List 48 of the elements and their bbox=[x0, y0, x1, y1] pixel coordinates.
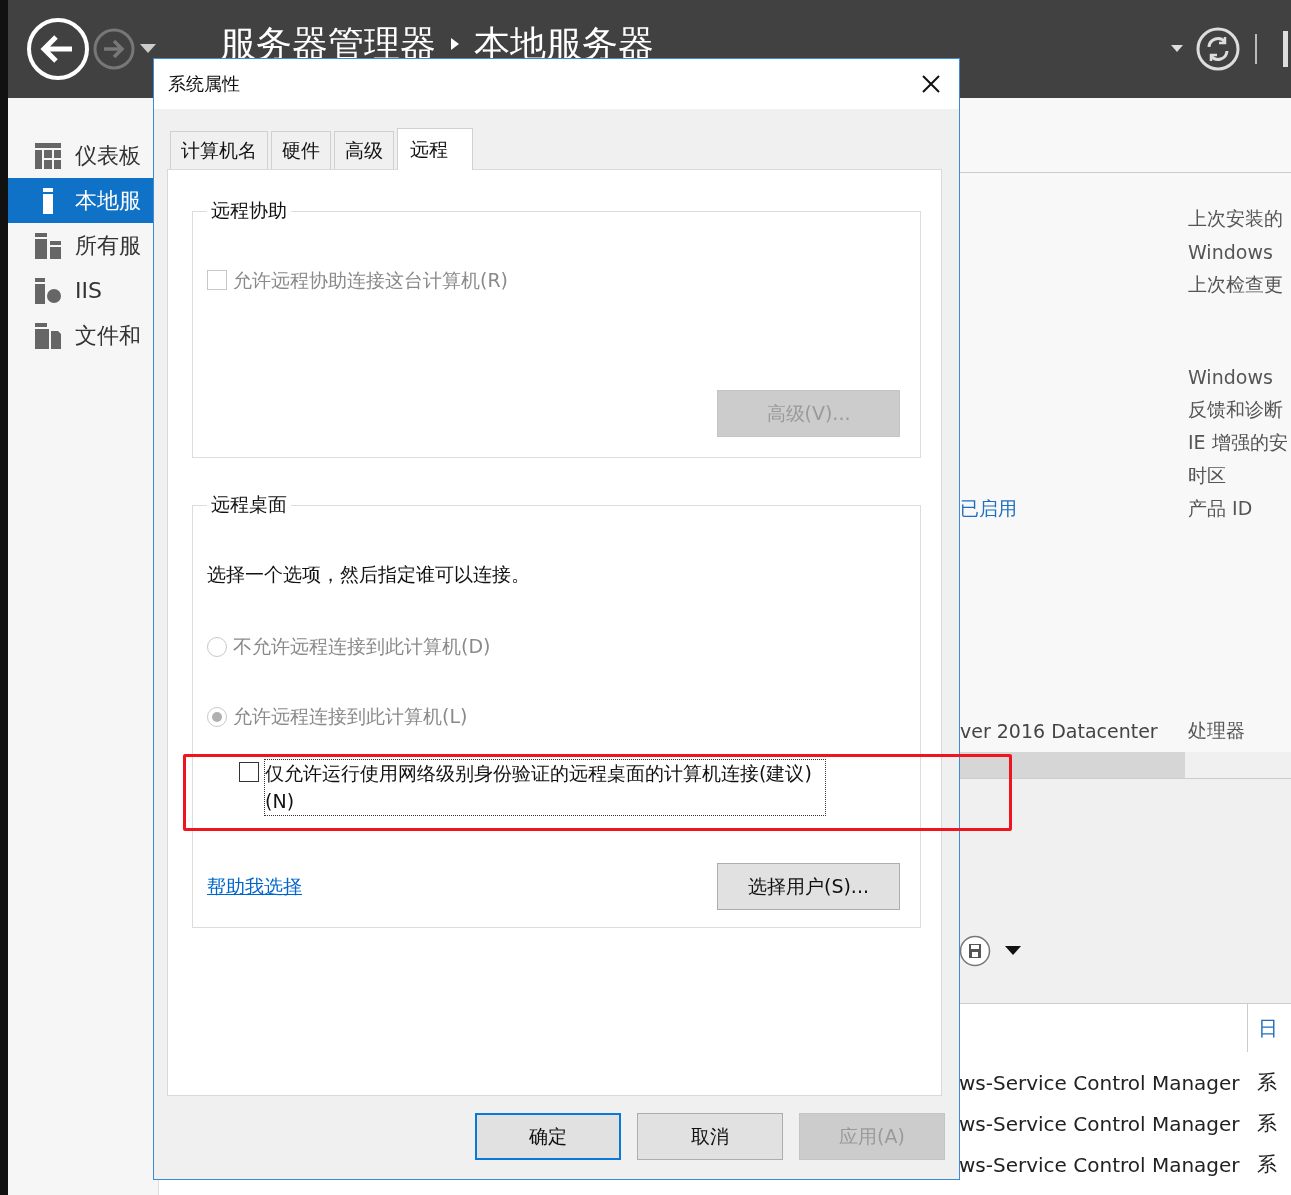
button[interactable]: 取消 bbox=[637, 1113, 783, 1160]
table-cell-text: ws-Service Control Manager bbox=[959, 1070, 1241, 1095]
servers-icon bbox=[35, 232, 61, 259]
chevron-icon bbox=[450, 37, 460, 51]
property-value[interactable]: 已启用 bbox=[960, 495, 1188, 522]
property-label: 上次安装的 bbox=[1188, 205, 1283, 231]
back-icon[interactable] bbox=[26, 17, 90, 81]
property-label: IE 增强的安 bbox=[1188, 429, 1288, 455]
tab[interactable]: 远程 bbox=[397, 128, 473, 170]
table-cell-text: ws-Service Control Manager bbox=[959, 1152, 1241, 1177]
files-icon bbox=[35, 322, 61, 349]
property-label: 时区 bbox=[1188, 462, 1226, 488]
tab[interactable]: 硬件 bbox=[271, 131, 331, 169]
refresh-icon[interactable] bbox=[1195, 26, 1241, 72]
window-title: 系统属性 bbox=[168, 72, 240, 96]
button[interactable]: 选择用户(S)... bbox=[717, 863, 900, 911]
sidebar-item[interactable]: IIS bbox=[8, 268, 158, 313]
save-icon[interactable] bbox=[959, 935, 991, 967]
property-label: 处理器 bbox=[1188, 717, 1245, 743]
property-label: 上次检查更 bbox=[1188, 271, 1283, 297]
checkbox-label[interactable]: 仅允许运行使用网络级别身份验证的远程桌面的计算机连接(建议)(N) bbox=[265, 760, 825, 816]
table-cell-text: 系 bbox=[1256, 1110, 1277, 1137]
column-header[interactable]: 日 bbox=[1247, 1004, 1278, 1052]
help-link[interactable]: 帮助我选择 bbox=[207, 873, 302, 900]
group-title: 远程协助 bbox=[210, 198, 288, 223]
iis-icon bbox=[35, 277, 61, 304]
sidebar-item[interactable]: 文件和 bbox=[8, 313, 158, 358]
close-icon[interactable] bbox=[921, 74, 941, 94]
sidebar-item[interactable]: 仪表板 bbox=[8, 133, 158, 178]
sidebar-item[interactable]: 所有服 bbox=[8, 223, 158, 268]
tab[interactable]: 计算机名 bbox=[170, 131, 268, 169]
button[interactable]: 确定 bbox=[475, 1113, 621, 1160]
dashboard-icon bbox=[35, 142, 61, 169]
property-label: 反馈和诊断 bbox=[1188, 396, 1283, 422]
group-title: 远程桌面 bbox=[210, 492, 288, 517]
checkbox[interactable] bbox=[239, 762, 259, 782]
property-label: 产品 ID bbox=[1188, 495, 1253, 521]
table-cell-text: ws-Service Control Manager bbox=[959, 1111, 1241, 1136]
caret-icon[interactable] bbox=[140, 44, 156, 54]
caret-icon[interactable] bbox=[1171, 45, 1183, 53]
tab[interactable]: 高级 bbox=[334, 131, 394, 169]
table-cell-text: 系 bbox=[1256, 1151, 1277, 1178]
property-label: Windows bbox=[1188, 240, 1273, 263]
table-cell-text: 系 bbox=[1256, 1069, 1277, 1096]
instruction-text: 选择一个选项，然后指定谁可以连接。 bbox=[207, 562, 531, 587]
property-label: Windows bbox=[1188, 365, 1273, 388]
property-value: ver 2016 Datacenter bbox=[960, 719, 1159, 742]
caret-icon[interactable] bbox=[1005, 946, 1021, 956]
